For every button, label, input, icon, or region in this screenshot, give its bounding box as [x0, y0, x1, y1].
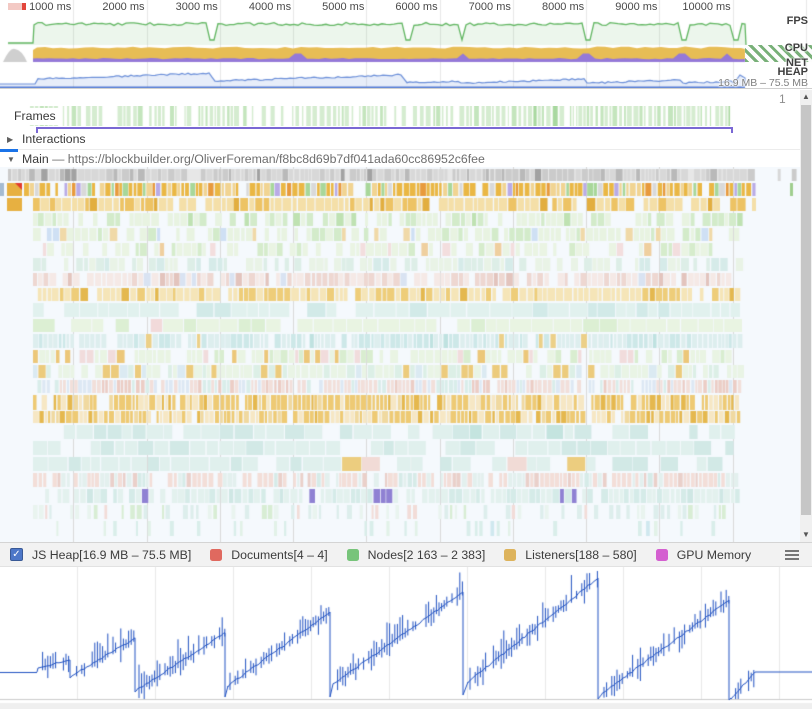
ruler-tick-label: 3000 ms — [148, 1, 218, 13]
ruler-tick-label: 4000 ms — [221, 1, 291, 13]
fps-track-label: FPS — [787, 15, 808, 27]
legend-item-nodes[interactable]: Nodes[2 163 – 2 383] — [347, 548, 486, 562]
js-heap-counter-chart[interactable] — [0, 567, 812, 709]
long-frame-red-indicator — [22, 3, 26, 10]
cpu-track-label: CPU — [785, 42, 808, 54]
main-track-title: Main — [22, 152, 49, 166]
scroll-down-icon[interactable]: ▼ — [800, 528, 812, 542]
frames-track-label: Frames — [9, 108, 61, 125]
ruler-tick-label: 6000 ms — [368, 1, 438, 13]
track-time-ruler[interactable]: 1000 ms2000 ms3000 ms4000 ms5000 ms6000 … — [0, 90, 812, 106]
legend-label: Documents[4 – 4] — [231, 548, 327, 562]
overview-time-ruler[interactable]: 1000 ms2000 ms3000 ms4000 ms5000 ms6000 … — [0, 0, 812, 15]
frames-track[interactable] — [0, 106, 812, 126]
legend-label: GPU Memory — [677, 548, 751, 562]
ruler-tick-label: 2000 ms — [75, 1, 145, 13]
main-flame-chart[interactable] — [0, 167, 812, 542]
legend-item-js-heap[interactable]: ✓ JS Heap[16.9 MB – 75.5 MB] — [10, 548, 191, 562]
interactions-duration-bar — [36, 127, 733, 129]
ruler-tick-label-partial: 1 — [779, 92, 793, 106]
color-swatch-icon — [347, 549, 359, 561]
ruler-tick-label: 10000 ms — [661, 1, 731, 13]
checkbox-icon[interactable]: ✓ — [10, 548, 23, 561]
legend-label: Listeners[188 – 580] — [525, 548, 636, 562]
long-frame-indicator — [8, 3, 22, 10]
interactions-track-label: Interactions — [22, 132, 86, 146]
color-swatch-icon — [210, 549, 222, 561]
legend-label: JS Heap[16.9 MB – 75.5 MB] — [32, 548, 191, 562]
main-track-header[interactable]: ▼ Main — https://blockbuilder.org/Oliver… — [0, 152, 800, 167]
color-swatch-icon — [656, 549, 668, 561]
scrollbar-thumb[interactable] — [801, 105, 811, 515]
scroll-up-icon[interactable]: ▲ — [800, 90, 812, 104]
counters-legend-bar: ✓ JS Heap[16.9 MB – 75.5 MB] Documents[4 –… — [0, 542, 812, 567]
chevron-down-icon[interactable]: ▼ — [7, 155, 15, 164]
legend-item-documents[interactable]: Documents[4 – 4] — [210, 548, 327, 562]
ruler-tick-label: 5000 ms — [294, 1, 364, 13]
legend-item-listeners[interactable]: Listeners[188 – 580] — [504, 548, 636, 562]
chevron-right-icon[interactable]: ▶ — [7, 135, 13, 144]
vertical-scrollbar[interactable]: ▲ ▼ — [800, 90, 812, 542]
color-swatch-icon — [504, 549, 516, 561]
main-track-url: — https://blockbuilder.org/OliverForeman… — [52, 152, 485, 166]
hamburger-menu-icon[interactable] — [785, 550, 799, 562]
ruler-tick-label: 9000 ms — [587, 1, 657, 13]
legend-item-gpu-memory[interactable]: GPU Memory — [656, 548, 751, 562]
devtools-performance-panel: 1000 ms2000 ms3000 ms4000 ms5000 ms6000 … — [0, 0, 812, 709]
interactions-track-row[interactable]: ▶ Interactions — [0, 130, 800, 150]
ruler-tick-label: 7000 ms — [441, 1, 511, 13]
legend-label: Nodes[2 163 – 2 383] — [368, 548, 486, 562]
overview-divider — [0, 88, 812, 89]
ruler-tick-label: 8000 ms — [514, 1, 584, 13]
